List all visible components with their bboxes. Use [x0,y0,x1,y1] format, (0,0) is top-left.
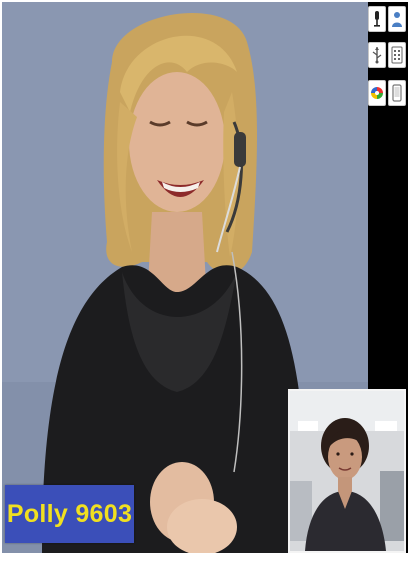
microphone-icon [374,11,380,27]
video-call-window: Polly 9603 [0,0,408,563]
keypad-button[interactable] [388,42,406,68]
participant-button[interactable] [388,6,406,32]
device-icon [392,84,402,102]
self-view-video[interactable] [288,389,406,553]
keypad-icon [391,46,403,64]
microphone-button[interactable] [368,6,386,32]
color-wheel-icon [371,87,383,99]
usb-icon [372,47,382,64]
participant-name-label: Polly 9603 [6,499,133,528]
device-button[interactable] [388,80,406,106]
window-bottom-edge [0,553,408,563]
self-view-image [290,391,404,551]
participant-name-badge: Polly 9603 [5,485,134,543]
usb-button[interactable] [368,42,386,68]
settings-button[interactable] [368,80,386,106]
user-icon [392,12,402,27]
